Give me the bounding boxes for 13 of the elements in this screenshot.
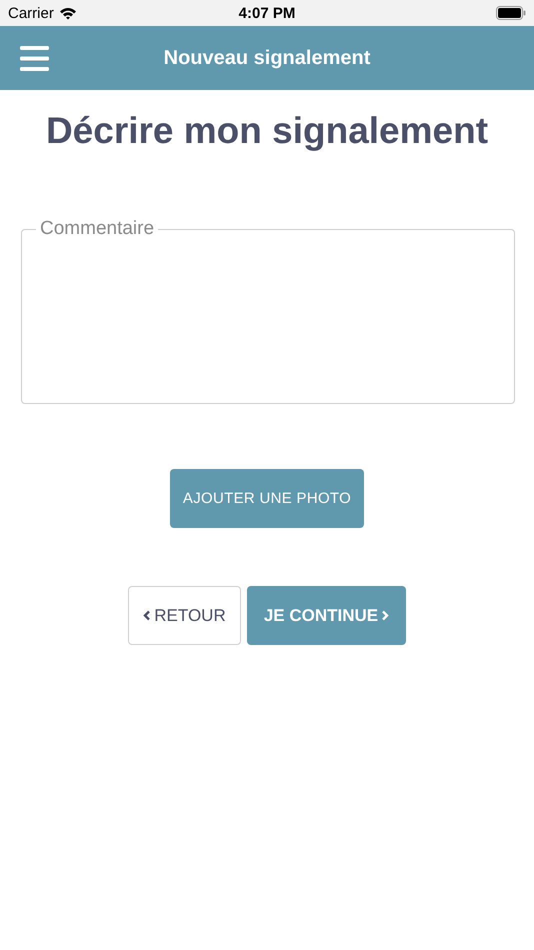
chevron-right-icon: [381, 610, 390, 621]
back-button[interactable]: RETOUR: [128, 586, 241, 645]
header-title: Nouveau signalement: [164, 46, 370, 70]
wifi-icon: [58, 6, 77, 20]
carrier-label: Carrier: [8, 4, 54, 22]
comment-field[interactable]: Commentaire: [21, 218, 515, 404]
chevron-left-icon: [143, 610, 152, 621]
clock-time: 4:07 PM: [238, 4, 296, 22]
page-heading: Décrire mon signalement: [46, 110, 488, 152]
continue-button[interactable]: JE CONTINUE: [247, 586, 406, 645]
battery-icon: [496, 6, 526, 20]
menu-icon[interactable]: [20, 46, 49, 70]
add-photo-button[interactable]: AJOUTER UNE PHOTO: [170, 469, 364, 528]
